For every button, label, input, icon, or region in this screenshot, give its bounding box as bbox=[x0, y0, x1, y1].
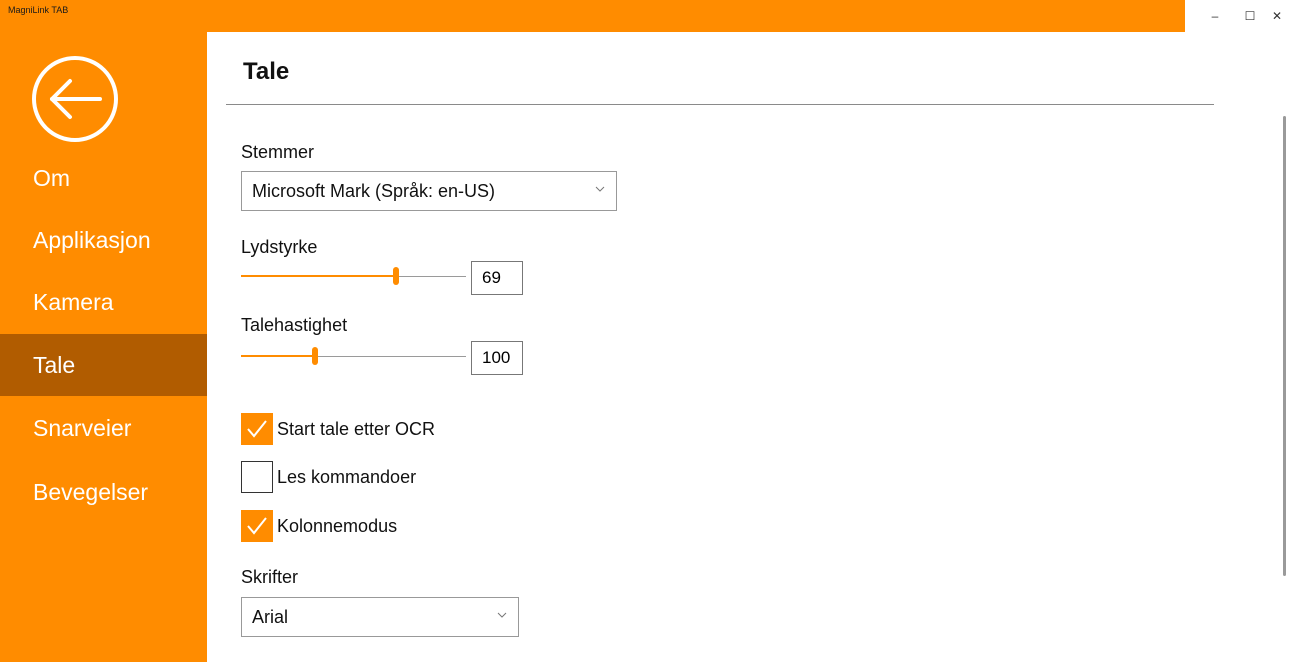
fonts-label: Skrifter bbox=[241, 567, 299, 587]
sidebar-item-om[interactable]: Om bbox=[0, 147, 207, 209]
slider-thumb[interactable] bbox=[393, 267, 399, 285]
back-arrow-circle-icon bbox=[32, 56, 118, 142]
volume-label: Lydstyrke bbox=[241, 237, 318, 257]
title-bar: MagniLink TAB – ☐ ✕ bbox=[0, 0, 1293, 32]
slider-track-fill bbox=[241, 275, 396, 277]
sidebar-item-tale[interactable]: Tale bbox=[0, 334, 207, 396]
sidebar-item-label: Bevegelser bbox=[33, 478, 149, 505]
sidebar-item-bevegelser[interactable]: Bevegelser bbox=[0, 461, 207, 523]
sidebar-item-label: Snarveier bbox=[33, 414, 132, 441]
voices-dropdown[interactable]: Microsoft Mark (Språk: en-US) bbox=[241, 171, 617, 211]
checkbox-box[interactable] bbox=[241, 461, 273, 493]
sidebar-item-label: Tale bbox=[33, 351, 76, 378]
minimize-button[interactable]: – bbox=[1200, 0, 1230, 32]
vertical-scrollbar[interactable] bbox=[1283, 116, 1286, 576]
sidebar-item-label: Om bbox=[33, 164, 71, 191]
sidebar: Om Applikasjon Kamera Tale Snarveier Bev… bbox=[0, 32, 207, 662]
volume-slider[interactable] bbox=[241, 259, 466, 295]
voices-dropdown-value: Microsoft Mark (Språk: en-US) bbox=[252, 180, 496, 201]
sidebar-item-label: Kamera bbox=[33, 288, 114, 315]
checkbox-column-mode[interactable]: Kolonnemodus bbox=[241, 509, 397, 543]
checkbox-box[interactable] bbox=[241, 510, 273, 542]
slider-track-fill bbox=[241, 355, 315, 357]
sidebar-item-applikasjon[interactable]: Applikasjon bbox=[0, 209, 207, 271]
checkbox-read-commands[interactable]: Les kommandoer bbox=[241, 460, 416, 494]
checkbox-box[interactable] bbox=[241, 413, 273, 445]
sidebar-item-kamera[interactable]: Kamera bbox=[0, 271, 207, 333]
checkbox-start-speech-after-ocr[interactable]: Start tale etter OCR bbox=[241, 412, 435, 446]
speed-value-box[interactable]: 100 bbox=[471, 341, 523, 375]
checkbox-label: Les kommandoer bbox=[277, 466, 417, 487]
checkmark-icon bbox=[247, 517, 267, 535]
close-button[interactable]: ✕ bbox=[1262, 0, 1292, 32]
main-content: Tale Stemmer Microsoft Mark (Språk: en-U… bbox=[207, 32, 1293, 662]
title-bar-accent bbox=[0, 0, 1185, 32]
chevron-down-icon bbox=[595, 186, 605, 192]
page-title: Tale bbox=[243, 58, 290, 85]
voices-label: Stemmer bbox=[241, 142, 315, 162]
checkmark-icon bbox=[247, 420, 267, 438]
sidebar-item-snarveier[interactable]: Snarveier bbox=[0, 397, 207, 459]
chevron-down-icon bbox=[497, 612, 507, 618]
app-title: MagniLink TAB bbox=[8, 5, 69, 15]
maximize-button[interactable]: ☐ bbox=[1235, 0, 1265, 32]
volume-value-box[interactable]: 69 bbox=[471, 261, 523, 295]
speed-value: 100 bbox=[482, 348, 511, 367]
speed-label: Talehastighet bbox=[241, 315, 348, 335]
back-button[interactable] bbox=[30, 54, 120, 144]
volume-value: 69 bbox=[482, 268, 501, 287]
slider-thumb[interactable] bbox=[312, 347, 318, 365]
sidebar-item-label: Applikasjon bbox=[33, 226, 151, 253]
speed-slider[interactable] bbox=[241, 339, 466, 375]
fonts-dropdown[interactable]: Arial bbox=[241, 597, 519, 637]
checkbox-label: Start tale etter OCR bbox=[277, 418, 436, 439]
fonts-dropdown-value: Arial bbox=[252, 606, 289, 627]
title-divider bbox=[226, 104, 1214, 105]
checkbox-label: Kolonnemodus bbox=[277, 515, 398, 536]
